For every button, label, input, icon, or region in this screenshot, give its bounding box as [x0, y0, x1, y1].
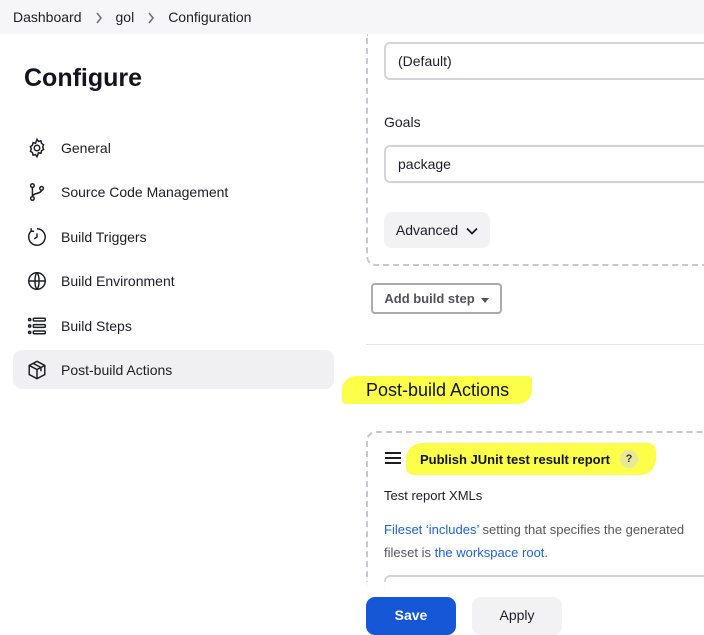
globe-icon	[26, 270, 48, 292]
desc-text-2: fileset is	[384, 545, 435, 560]
sidebar-item-build-environment[interactable]: Build Environment	[13, 261, 334, 300]
publisher-title: Publish JUnit test result report ?	[406, 443, 656, 475]
branch-icon	[26, 181, 48, 203]
post-build-section-title: Post-build Actions	[342, 376, 532, 404]
fileset-link[interactable]: Fileset	[384, 522, 426, 537]
sidebar-item-label: Build Triggers	[61, 228, 147, 245]
package-icon	[26, 359, 48, 381]
sidebar-item-source-code-management[interactable]: Source Code Management	[13, 172, 334, 211]
add-build-step-button[interactable]: Add build step	[371, 283, 502, 314]
caret-down-icon	[480, 291, 489, 306]
advanced-button[interactable]: Advanced	[384, 212, 490, 248]
sidebar-item-label: General	[61, 139, 111, 156]
advanced-label: Advanced	[395, 222, 459, 238]
sidebar-item-build-triggers[interactable]: Build Triggers	[13, 217, 334, 256]
goals-label: Goals	[384, 114, 421, 130]
sidebar-item-label: Source Code Management	[61, 183, 229, 200]
gear-icon	[26, 137, 48, 159]
breadcrumb: Dashboard gol Configuration	[0, 0, 704, 34]
test-report-xmls-label: Test report XMLs	[384, 488, 483, 503]
chevron-right-icon	[134, 9, 168, 25]
sidebar-item-label: Build Environment	[61, 272, 175, 289]
breadcrumb-dashboard[interactable]: Dashboard	[13, 9, 82, 25]
sidebar-item-general[interactable]: General	[13, 128, 334, 167]
timer-icon	[26, 226, 48, 248]
save-button[interactable]: Save	[366, 597, 456, 635]
desc-text: setting that specifies the generated	[478, 522, 685, 537]
sidebar-item-post-build-actions[interactable]: Post-build Actions	[13, 350, 334, 389]
sidebar-item-label: Build Steps	[61, 317, 132, 334]
chevron-down-icon	[466, 222, 478, 238]
chevron-right-icon	[82, 9, 116, 25]
page-title: Configure	[24, 64, 143, 92]
sidebar-item-build-steps[interactable]: Build Steps	[13, 306, 334, 345]
list-icon	[26, 315, 48, 337]
sidebar-item-label: Post-build Actions	[61, 361, 173, 378]
includes-link[interactable]: ‘includes’	[426, 522, 479, 537]
breadcrumb-configuration[interactable]: Configuration	[168, 9, 251, 25]
drag-handle-icon[interactable]	[384, 451, 402, 465]
publisher-title-text: Publish JUnit test result report	[420, 451, 610, 467]
goals-input[interactable]: package	[384, 145, 704, 183]
test-report-description: Fileset ‘includes’ setting that specifie…	[384, 518, 704, 564]
desc-text-3: .	[544, 545, 549, 560]
add-build-step-label: Add build step	[384, 291, 475, 306]
section-divider	[366, 344, 704, 345]
apply-button[interactable]: Apply	[472, 597, 562, 635]
breadcrumb-gol[interactable]: gol	[116, 9, 135, 25]
workspace-root-link[interactable]: the workspace root	[435, 545, 545, 560]
maven-version-select[interactable]: (Default)	[384, 42, 704, 80]
help-icon[interactable]: ?	[619, 450, 638, 468]
